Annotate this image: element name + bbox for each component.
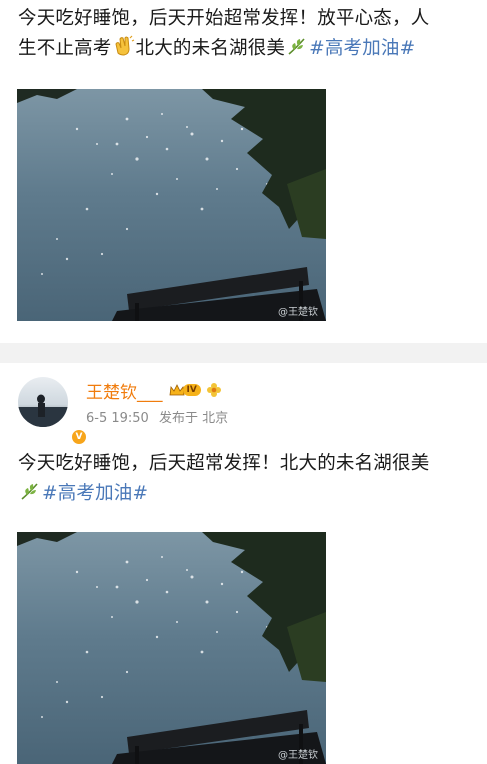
post-2-text-line1: 今天吃好睡饱，后天超常发挥！北大的未名湖很美 xyxy=(18,453,430,474)
lake-bench-image xyxy=(17,532,326,764)
vip-badge[interactable]: IV xyxy=(169,383,201,397)
post-2: V 王楚钦___ IV 6-5 19:50 发布于 北京 今天吃好睡饱，后天超常… xyxy=(0,363,487,764)
post-1-text-line2a: 生不止高考 xyxy=(18,38,112,59)
clapping-hands-icon xyxy=(113,35,135,67)
avatar[interactable] xyxy=(18,377,68,427)
post-1-text-line1: 今天吃好睡饱，后天开始超常发挥！放平心态，人 xyxy=(18,8,430,29)
post-1: 今天吃好睡饱，后天开始超常发挥！放平心态，人 生不止高考 北大的未名湖很美 #高考加… xyxy=(0,0,487,343)
post-1-text: 今天吃好睡饱，后天开始超常发挥！放平心态，人 生不止高考 北大的未名湖很美 #高考加… xyxy=(0,0,487,67)
verified-badge-icon: V xyxy=(70,428,88,446)
post-divider xyxy=(0,343,487,363)
post-2-photo[interactable]: @王楚钦 xyxy=(17,532,326,764)
herb-icon xyxy=(19,480,41,512)
post-1-watermark: @王楚钦 xyxy=(278,307,318,318)
post-2-subinfo: 6-5 19:50 发布于 北京 xyxy=(86,407,234,426)
vip-level: IV xyxy=(182,384,201,396)
herb-icon xyxy=(286,35,308,67)
post-1-photo[interactable]: @王楚钦 xyxy=(17,89,326,321)
post-2-text: 今天吃好睡饱，后天超常发挥！北大的未名湖很美 #高考加油# xyxy=(0,437,487,512)
post-2-topic-link[interactable]: #高考加油# xyxy=(42,483,148,504)
post-1-text-line2b: 北大的未名湖很美 xyxy=(135,38,286,59)
post-date: 6-5 19:50 xyxy=(86,411,149,426)
post-source: 发布于 北京 xyxy=(158,411,229,426)
post-2-watermark: @王楚钦 xyxy=(278,750,318,761)
post-1-topic-link[interactable]: #高考加油# xyxy=(309,38,415,59)
post-2-meta: 王楚钦___ IV 6-5 19:50 发布于 北京 xyxy=(86,378,234,427)
lake-bench-image xyxy=(17,89,326,321)
post-2-header: V 王楚钦___ IV 6-5 19:50 发布于 北京 xyxy=(0,363,487,446)
username[interactable]: 王楚钦___ xyxy=(86,378,163,403)
flower-badge-icon[interactable] xyxy=(206,382,222,398)
